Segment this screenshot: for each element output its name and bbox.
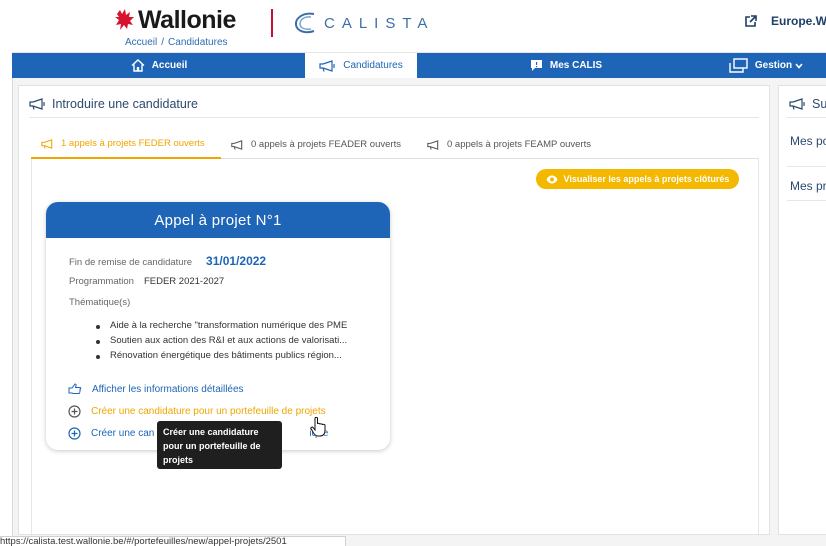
create-portfolio-candidature-link[interactable]: Créer une candidature pour un portefeuil… — [68, 405, 326, 418]
external-link-label: Europe.Wallo — [771, 14, 826, 28]
deadline-value: 31/01/2022 — [206, 254, 267, 268]
tooltip: Créer une candidature pour un portefeuil… — [157, 421, 282, 469]
megaphone-icon — [29, 98, 45, 110]
divider — [29, 117, 759, 118]
tab-feder-label: 1 appels à projets FEDER ouverts — [61, 138, 205, 149]
list-item: Rénovation énergétique des bâtiments pub… — [96, 350, 347, 365]
megaphone-icon — [427, 139, 439, 150]
nav-accueil[interactable]: Accueil — [104, 53, 214, 78]
tab-feamp-label: 0 appels à projets FEAMP ouverts — [447, 139, 591, 150]
megaphone-icon — [41, 138, 53, 149]
external-link-icon — [745, 14, 757, 27]
status-bar-url: https://calista.test.wallonie.be/#/porte… — [0, 536, 346, 546]
divider — [787, 166, 826, 167]
panel-title-text: Introduire une candidature — [52, 97, 198, 111]
nav-mes-calis[interactable]: Mes CALIS — [520, 53, 612, 78]
europe-wallonie-link[interactable]: Europe.Wallo — [744, 14, 826, 28]
tab-feader[interactable]: 0 appels à projets FEADER ouverts — [221, 130, 417, 159]
chevron-down-icon — [795, 62, 803, 69]
list-item: Aide à la recherche "transformation numé… — [96, 320, 347, 335]
list-item: Soutien aux action des R&I et aux action… — [96, 335, 347, 350]
programme-row: Programmation FEDER 2021-2027 — [69, 276, 224, 287]
view-closed-calls-label: Visualiser les appels à projets clôturés — [563, 174, 730, 184]
side-panel: Su Mes po Mes pr — [778, 85, 826, 535]
home-icon — [131, 59, 145, 72]
fund-tabs: 1 appels à projets FEDER ouverts 0 appel… — [31, 130, 759, 159]
wallonie-logo[interactable]: Wallonie — [114, 4, 236, 36]
nav-mes-calis-label: Mes CALIS — [549, 60, 603, 71]
side-item-projects[interactable]: Mes pr — [790, 179, 826, 193]
themes-list: Aide à la recherche "transformation numé… — [96, 320, 347, 365]
breadcrumb: Accueil / Candidatures — [125, 37, 232, 48]
programme-value: FEDER 2021-2027 — [143, 276, 225, 287]
view-closed-calls-button[interactable]: Visualiser les appels à projets clôturés — [536, 169, 739, 189]
tab-feader-label: 0 appels à projets FEADER ouverts — [251, 139, 401, 150]
megaphone-icon — [789, 98, 805, 110]
app-header: Wallonie CALISTA Accueil / Candidatures Eu… — [12, 0, 826, 53]
megaphone-icon — [319, 59, 335, 72]
nav-candidatures-label: Candidatures — [343, 60, 403, 71]
chat-icon — [530, 60, 542, 71]
breadcrumb-current[interactable]: Candidatures — [168, 37, 227, 48]
show-details-label: Afficher les informations détaillées — [92, 383, 244, 395]
divider — [787, 200, 826, 201]
calista-swoosh-icon — [294, 12, 315, 34]
nav-gestion[interactable]: Gestion — [726, 53, 806, 78]
panel-title: Introduire une candidature — [29, 97, 198, 111]
breadcrumb-separator: / — [161, 37, 165, 48]
calista-logo[interactable]: CALISTA — [292, 8, 434, 38]
app-name: CALISTA — [324, 14, 435, 32]
nav-candidatures[interactable]: Candidatures — [305, 53, 417, 78]
side-panel-title: Su — [789, 97, 826, 111]
themes-label: Thématique(s) — [69, 297, 131, 308]
candidature-panel: Introduire une candidature 1 appels à pr… — [18, 85, 770, 536]
programme-label: Programmation — [69, 276, 134, 287]
side-item-portfolios[interactable]: Mes po — [790, 134, 826, 148]
tab-feamp[interactable]: 0 appels à projets FEAMP ouverts — [417, 130, 607, 159]
card-title: Appel à projet N°1 — [46, 202, 390, 238]
deadline-label: Fin de remise de candidature — [69, 257, 193, 268]
windows-icon — [729, 58, 748, 73]
brand-divider — [271, 9, 273, 37]
hand-cursor-icon — [310, 416, 326, 437]
create-portfolio-candidature-label: Créer une candidature pour un portefeuil… — [91, 406, 326, 417]
plus-circle-icon — [68, 405, 81, 418]
plus-circle-icon — [68, 427, 81, 440]
divider — [787, 117, 826, 118]
create-single-candidature-label-start: Créer une can — [91, 428, 155, 439]
side-panel-title-text: Su — [812, 97, 826, 111]
hand-point-icon — [68, 383, 82, 394]
main-nav: Accueil Candidatures Mes CALIS Gestion — [12, 53, 826, 78]
breadcrumb-home[interactable]: Accueil — [125, 37, 157, 48]
nav-accueil-label: Accueil — [151, 60, 188, 71]
eye-icon — [546, 175, 558, 183]
megaphone-icon — [231, 139, 243, 150]
rooster-icon — [115, 9, 134, 30]
nav-gestion-label: Gestion — [754, 60, 793, 71]
brand-name: Wallonie — [138, 5, 236, 34]
deadline-row: Fin de remise de candidature 31/01/2022 — [69, 254, 266, 268]
tab-feder[interactable]: 1 appels à projets FEDER ouverts — [31, 130, 221, 159]
show-details-link[interactable]: Afficher les informations détaillées — [68, 383, 244, 395]
